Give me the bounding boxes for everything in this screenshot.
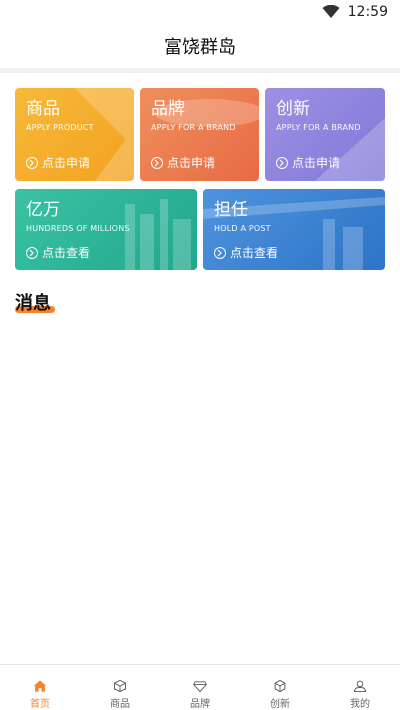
diamond-icon: [193, 681, 207, 693]
card-action[interactable]: 点击申请: [276, 154, 340, 171]
card-action[interactable]: 点击申请: [26, 154, 90, 171]
nav-label: 创新: [270, 699, 290, 710]
app-header: 富饶群岛: [0, 24, 400, 68]
card-billion[interactable]: 亿万 HUNDREDS OF MILLIONS 点击查看: [15, 189, 197, 270]
card-action[interactable]: 点击申请: [151, 154, 215, 171]
nav-label: 首页: [30, 699, 50, 710]
page-title: 富饶群岛: [164, 37, 236, 58]
nav-item-innovation[interactable]: 创新: [240, 665, 320, 710]
card-subtitle: APPLY FOR A BRAND: [276, 123, 361, 132]
card-brand[interactable]: 品牌 APPLY FOR A BRAND 点击申请: [140, 88, 259, 181]
card-action-label: 点击查看: [230, 246, 279, 260]
card-goods[interactable]: 商品 APPLY PRODUCT 点击申请: [15, 88, 134, 181]
chevron-right-icon: [26, 246, 38, 259]
card-title: 创新: [276, 99, 310, 119]
nav-item-brand[interactable]: 品牌: [160, 665, 240, 710]
card-action-label: 点击申请: [42, 156, 91, 170]
card-action[interactable]: 点击查看: [26, 244, 90, 261]
nav-label: 我的: [350, 699, 370, 710]
card-title: 亿万: [26, 200, 60, 220]
bottom-nav: 首页 商品 品牌 创新 我的: [0, 664, 400, 710]
nav-item-me[interactable]: 我的: [320, 665, 400, 710]
card-action-label: 点击申请: [167, 156, 216, 170]
chevron-right-icon: [214, 246, 226, 259]
card-subtitle: HOLD A POST: [214, 224, 271, 233]
card-post[interactable]: 担任 HOLD A POST 点击查看: [203, 189, 385, 270]
home-icon: [33, 680, 47, 692]
card-action[interactable]: 点击查看: [214, 244, 278, 261]
wifi-icon: [322, 5, 340, 18]
card-title: 商品: [26, 99, 60, 119]
nav-label: 品牌: [190, 699, 210, 710]
card-innovation[interactable]: 创新 APPLY FOR A BRAND 点击申请: [265, 88, 385, 181]
card-subtitle: APPLY PRODUCT: [26, 123, 94, 132]
box-icon: [113, 679, 127, 693]
card-action-label: 点击查看: [42, 246, 91, 260]
chevron-right-icon: [26, 156, 38, 169]
card-subtitle: APPLY FOR A BRAND: [151, 123, 236, 132]
status-time: 12:59: [347, 4, 388, 20]
nav-label: 商品: [110, 699, 130, 710]
chevron-right-icon: [276, 156, 288, 169]
card-title: 担任: [214, 200, 248, 220]
section-title: 消息: [15, 293, 51, 314]
nav-item-goods[interactable]: 商品: [80, 665, 160, 710]
user-icon: [353, 680, 367, 693]
card-subtitle: HUNDREDS OF MILLIONS: [26, 224, 130, 233]
cube-icon: [274, 679, 286, 693]
status-bar: 12:59: [0, 0, 400, 24]
card-title: 品牌: [151, 99, 185, 119]
nav-item-home[interactable]: 首页: [0, 665, 80, 710]
card-action-label: 点击申请: [292, 156, 341, 170]
header-divider: [0, 68, 400, 73]
chevron-right-icon: [151, 156, 163, 169]
